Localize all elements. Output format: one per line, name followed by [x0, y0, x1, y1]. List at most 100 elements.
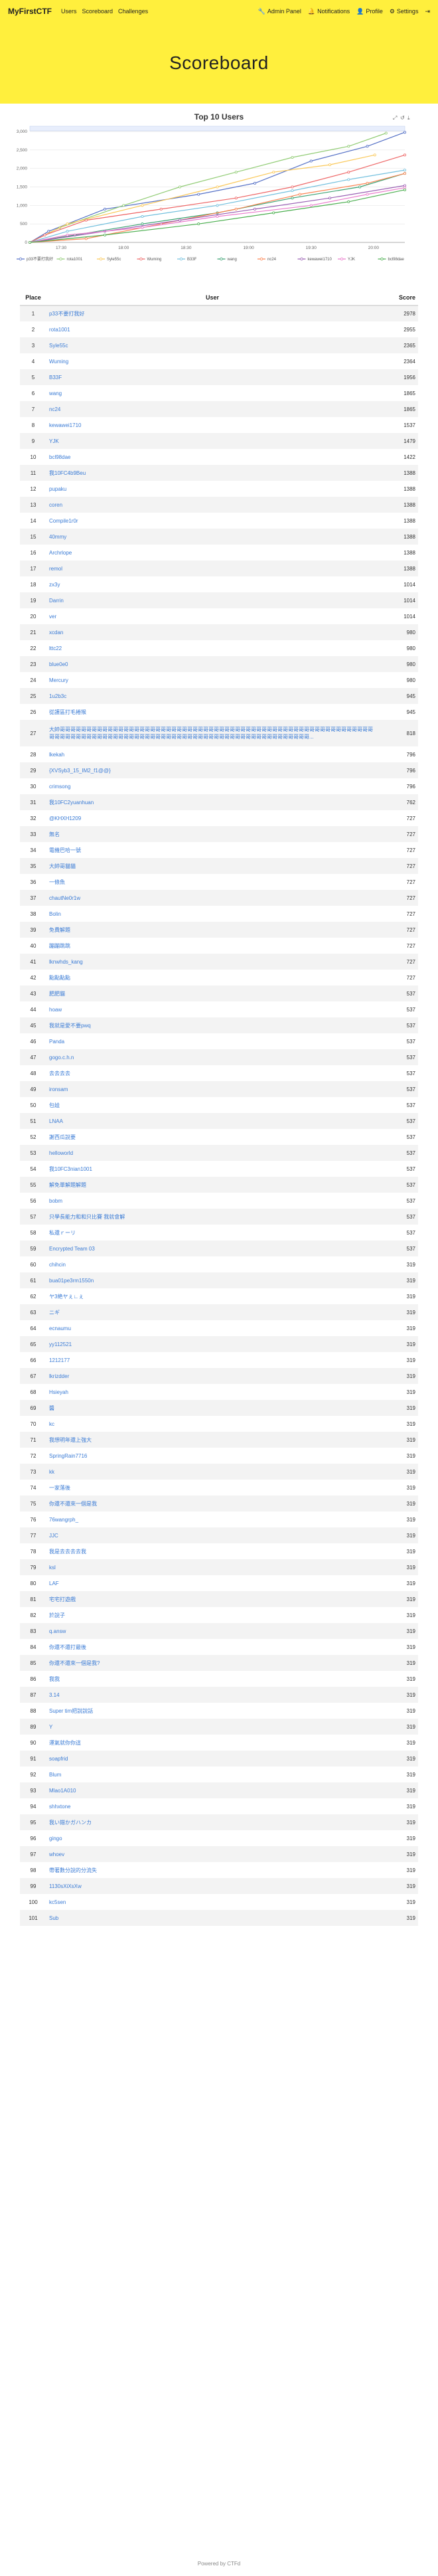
user-link[interactable]: lkrizdder — [49, 1373, 69, 1379]
user-link[interactable]: 我10FC4b9Beu — [49, 470, 86, 476]
user-link[interactable]: 1212177 — [49, 1357, 70, 1363]
user-link[interactable]: LNAA — [49, 1118, 63, 1124]
user-link[interactable]: soapfrid — [49, 1756, 68, 1762]
user-link[interactable]: kc5sen — [49, 1899, 66, 1905]
download-icon[interactable]: ⤓ — [407, 115, 410, 121]
legend-label[interactable]: wang — [227, 258, 237, 262]
user-link[interactable]: 運氣就你你這 — [49, 1740, 81, 1746]
user-link[interactable]: Bolin — [49, 911, 61, 917]
user-link[interactable]: remol — [49, 566, 62, 572]
legend-label[interactable]: YJK — [348, 258, 355, 262]
nav-scoreboard-link[interactable]: Scoreboard — [82, 8, 113, 15]
user-link[interactable]: xcdan — [49, 630, 63, 636]
user-link[interactable]: gingo — [49, 1836, 62, 1842]
user-link[interactable]: 我是去去去去我 — [49, 1549, 86, 1555]
user-link[interactable]: ニギ — [49, 1310, 60, 1316]
legend-label[interactable]: Wuming — [147, 258, 162, 262]
legend-label[interactable]: rota1001 — [67, 258, 83, 262]
user-link[interactable]: Archrlope — [49, 550, 72, 556]
user-link[interactable]: rota1001 — [49, 327, 70, 333]
user-link[interactable]: 大帥哥哥哥哥哥哥哥哥哥哥哥哥哥哥哥哥哥哥哥哥哥哥哥哥哥哥哥哥哥哥哥哥哥哥哥哥哥哥… — [49, 727, 373, 740]
user-link[interactable]: @KHXH1209 — [49, 816, 81, 821]
user-link[interactable]: ecnaumu — [49, 1326, 71, 1331]
user-link[interactable]: crimsong — [49, 784, 70, 790]
user-link[interactable]: 電機巴哈一號 — [49, 847, 81, 853]
user-link[interactable]: 你還不還來一個是我 — [49, 1501, 97, 1507]
user-link[interactable]: 醬 — [49, 1405, 54, 1411]
user-link[interactable]: pupaku — [49, 486, 66, 492]
user-link[interactable]: q.answ — [49, 1628, 66, 1634]
user-link[interactable]: B33F — [49, 375, 62, 381]
user-link[interactable]: 我就是愛不要pwq — [49, 1023, 91, 1029]
user-link[interactable]: 我い錯かガハンカ — [49, 1820, 92, 1826]
user-link[interactable]: 從護區打毛捲猴 — [49, 709, 86, 715]
restore-icon[interactable]: ↺ — [400, 115, 405, 121]
user-link[interactable]: Mlao1A010 — [49, 1788, 76, 1794]
user-link[interactable]: 只學長能力和和只比賽 我就會解 — [49, 1214, 125, 1220]
nav-admin-panel-link[interactable]: 🔧 Admin Panel — [258, 8, 301, 15]
zoom-icon[interactable]: ⤢ — [392, 115, 397, 121]
user-link[interactable]: 3.14 — [49, 1692, 60, 1698]
user-link[interactable]: YJK — [49, 438, 59, 444]
user-link[interactable]: 帶著數分說的分流失 — [49, 1867, 97, 1873]
user-link[interactable]: bcl98dae — [49, 454, 70, 460]
user-link[interactable]: 免費解題 — [49, 927, 70, 933]
nav-profile-link[interactable]: 👤 Profile — [356, 8, 383, 15]
nav-settings-link[interactable]: ⚙ Settings — [390, 8, 419, 15]
user-link[interactable]: LAF — [49, 1581, 59, 1587]
legend-label[interactable]: nc24 — [267, 258, 277, 262]
user-link[interactable]: 40mmy — [49, 534, 66, 540]
user-link[interactable]: Syle55c — [49, 343, 68, 349]
user-link[interactable]: 包娃 — [49, 1102, 60, 1108]
legend-label[interactable]: B33F — [187, 258, 197, 262]
user-link[interactable]: SpringRain7716 — [49, 1453, 87, 1459]
user-link[interactable]: chautNe0r1w — [49, 895, 80, 901]
user-link[interactable]: coren — [49, 502, 62, 508]
user-link[interactable]: 於說子 — [49, 1612, 65, 1618]
user-link[interactable]: 我10FC3nian1001 — [49, 1166, 92, 1172]
user-link[interactable]: 1130sXiXsXw — [49, 1883, 82, 1889]
user-link[interactable]: ver — [49, 614, 56, 620]
user-link[interactable]: 解免單解題解題 — [49, 1182, 86, 1188]
user-link[interactable]: p33不要打我好 — [49, 311, 84, 317]
user-link[interactable]: nc24 — [49, 406, 60, 412]
user-link[interactable]: blue0e0 — [49, 661, 68, 667]
user-link[interactable]: Panda — [49, 1039, 64, 1045]
legend-label[interactable]: p33不要打我好 — [27, 256, 53, 262]
nav-challenges-link[interactable]: Challenges — [118, 8, 148, 15]
user-link[interactable]: yy112521 — [49, 1341, 72, 1347]
user-link[interactable]: 無名 — [49, 831, 60, 837]
user-link[interactable]: kk — [49, 1469, 54, 1475]
user-link[interactable]: ksl — [49, 1565, 56, 1571]
user-link[interactable]: 你還不還打最後 — [49, 1644, 86, 1650]
user-link[interactable]: 謝西瓜說要 — [49, 1134, 76, 1140]
user-link[interactable]: kc — [49, 1421, 54, 1427]
nav-notifications-link[interactable]: 🔔 Notifications — [308, 8, 350, 15]
user-link[interactable]: helloworld — [49, 1150, 73, 1156]
user-link[interactable]: 肥肥貓 — [49, 991, 65, 997]
user-link[interactable]: Blum — [49, 1772, 61, 1778]
user-link[interactable]: 我我 — [49, 1676, 60, 1682]
user-link[interactable]: Hsieyah — [49, 1389, 68, 1395]
user-link[interactable]: shhxtone — [49, 1804, 70, 1810]
user-link[interactable]: 76wangrph_ — [49, 1517, 78, 1523]
user-link[interactable]: 私還ｒーリ — [49, 1230, 76, 1236]
user-link[interactable]: Y — [49, 1724, 52, 1730]
user-link[interactable]: whoev — [49, 1851, 64, 1857]
nav-logout-link[interactable]: ⇥ — [425, 8, 430, 15]
user-link[interactable]: 宅宅打遊戲 — [49, 1596, 76, 1602]
user-link[interactable]: Darrin — [49, 598, 64, 604]
legend-label[interactable]: bcl98dae — [388, 258, 405, 262]
user-link[interactable]: bobm — [49, 1198, 62, 1204]
user-link[interactable]: 去去去去 — [49, 1071, 70, 1076]
user-link[interactable]: gogo.c.h.n — [49, 1055, 74, 1061]
user-link[interactable]: 一條魚 — [49, 879, 65, 885]
user-link[interactable]: Compile1r0r — [49, 518, 78, 524]
user-link[interactable]: Sub — [49, 1915, 58, 1921]
user-link[interactable]: Encrypted Team 03 — [49, 1246, 95, 1252]
user-link[interactable]: zx3y — [49, 582, 60, 588]
user-link[interactable]: 我10FC2yuanhuan — [49, 800, 94, 806]
user-link[interactable]: Mercury — [49, 677, 68, 683]
user-link[interactable]: ヤ3絶ヤぇ∟ぇ — [49, 1294, 84, 1300]
user-link[interactable]: lknwhds_kang — [49, 959, 83, 965]
